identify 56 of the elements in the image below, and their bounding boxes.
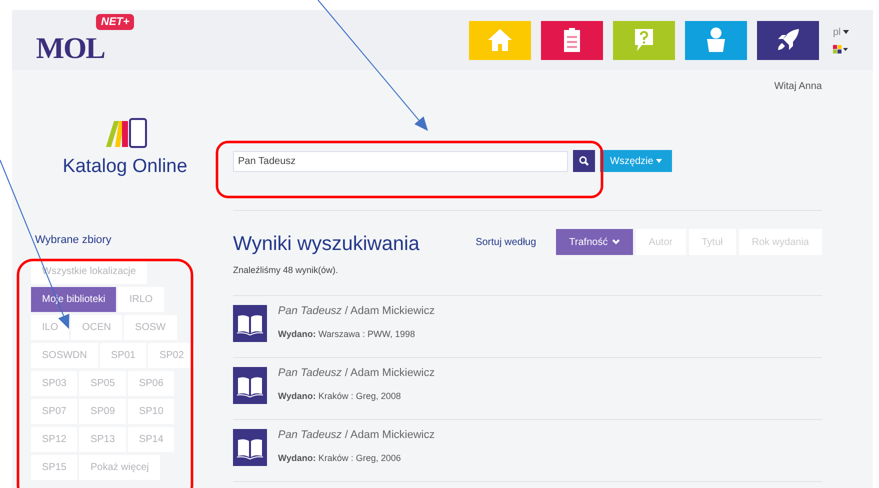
nav-tile[interactable] bbox=[613, 20, 675, 60]
location-filter[interactable]: SP13 bbox=[79, 427, 126, 452]
location-filter[interactable]: IRLO bbox=[118, 287, 164, 312]
location-filter[interactable]: SOSW bbox=[124, 315, 177, 340]
book-title[interactable]: Pan Tadeusz / Adam Mickiewicz bbox=[278, 305, 435, 317]
location-filter[interactable]: Moje biblioteki bbox=[31, 287, 116, 312]
location-filter[interactable]: SP12 bbox=[31, 427, 78, 452]
location-filter[interactable]: SP14 bbox=[128, 427, 174, 452]
theme-color-icon[interactable] bbox=[833, 44, 848, 54]
location-filter[interactable]: SP15 bbox=[31, 455, 78, 480]
publication-info: Wydano: Warszawa : PWW, 1998 bbox=[278, 329, 416, 339]
search-field[interactable]: Pan Tadeusz bbox=[233, 150, 568, 172]
results-count: Znaleźliśmy 48 wynik(ów). bbox=[233, 265, 340, 275]
location-filter[interactable]: Pokaż więcej bbox=[79, 455, 160, 480]
location-filter[interactable]: SP07 bbox=[31, 399, 78, 424]
question-bubble-icon bbox=[633, 27, 655, 53]
logo-text[interactable]: MOL bbox=[36, 32, 105, 66]
location-filter[interactable]: SP03 bbox=[31, 371, 78, 396]
caret-icon bbox=[656, 159, 662, 163]
location-filter[interactable]: ILO bbox=[31, 315, 70, 340]
location-filter[interactable]: SOSWDN bbox=[31, 343, 98, 368]
nav-tile[interactable] bbox=[541, 20, 603, 60]
location-filter[interactable]: SP09 bbox=[79, 399, 126, 424]
book-icon bbox=[233, 367, 267, 404]
search-icon bbox=[579, 156, 589, 166]
book-title[interactable]: Pan Tadeusz / Adam Mickiewicz bbox=[278, 429, 435, 441]
section-title: Wybrane zbiory bbox=[35, 234, 112, 246]
location-filter[interactable]: SP01 bbox=[100, 343, 146, 368]
location-filter[interactable]: SP02 bbox=[148, 343, 195, 368]
greeting-text: Witaj Anna bbox=[774, 81, 822, 92]
logo-badge: NET+ bbox=[96, 14, 134, 30]
caret-icon bbox=[842, 30, 849, 34]
book-title[interactable]: Pan Tadeusz / Adam Mickiewicz bbox=[278, 367, 435, 379]
catalog-title: Katalog Online bbox=[62, 156, 188, 178]
location-filter[interactable]: OCEN bbox=[71, 315, 122, 340]
user-icon bbox=[706, 27, 726, 53]
nav-tile[interactable] bbox=[685, 20, 747, 60]
chevron-icon bbox=[612, 239, 620, 245]
nav-tile[interactable] bbox=[757, 20, 819, 60]
rocket-icon bbox=[775, 27, 801, 53]
scope-dropdown[interactable]: Wszędzie bbox=[600, 150, 672, 172]
publication-info: Wydano: Kraków : Greg, 2008 bbox=[278, 391, 402, 401]
sort-label: Sortuj według bbox=[476, 237, 536, 248]
location-filter[interactable]: SP10 bbox=[128, 399, 174, 424]
sort-option[interactable]: Trafność bbox=[556, 229, 633, 255]
location-filter[interactable]: SP06 bbox=[128, 371, 174, 396]
book-icon bbox=[233, 305, 267, 342]
clipboard-icon bbox=[563, 27, 581, 53]
nav-tile[interactable] bbox=[469, 20, 531, 60]
book-icon bbox=[233, 429, 267, 466]
home-icon bbox=[487, 28, 513, 52]
results-title: Wyniki wyszukiwania bbox=[233, 233, 420, 256]
publication-info: Wydano: Kraków : Greg, 2006 bbox=[278, 453, 402, 463]
language-select[interactable]: pl bbox=[833, 26, 873, 38]
search-button[interactable] bbox=[573, 150, 595, 172]
location-filter[interactable]: SP05 bbox=[79, 371, 126, 396]
